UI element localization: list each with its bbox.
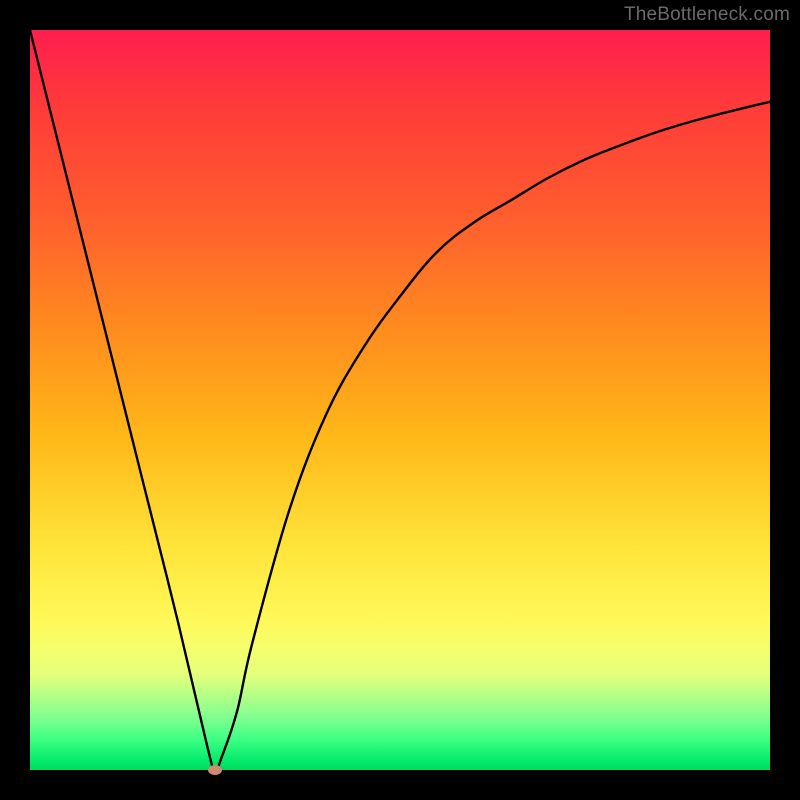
watermark-text: TheBottleneck.com	[624, 4, 790, 26]
plot-area	[30, 30, 770, 770]
chart-frame: TheBottleneck.com	[0, 0, 800, 800]
bottleneck-curve	[30, 30, 770, 770]
minimum-marker	[208, 765, 222, 775]
